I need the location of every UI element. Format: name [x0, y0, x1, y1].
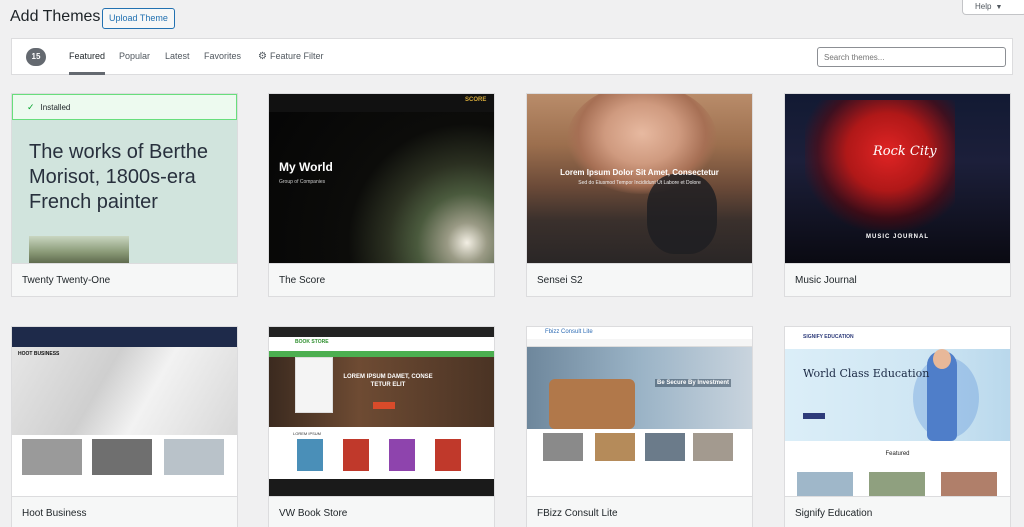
preview-brand: Fbizz Consult Lite — [545, 329, 593, 335]
tab-latest[interactable]: Latest — [165, 51, 190, 61]
checkmark-icon: ✓ — [27, 102, 35, 112]
theme-filter-bar: 15 Featured Popular Latest Favorites ⚙ Fe… — [11, 38, 1013, 75]
preview-topbar — [269, 327, 494, 337]
preview-photo — [869, 472, 925, 496]
theme-screenshot[interactable]: HOOT BUSINESS — [12, 327, 237, 496]
tab-favorites[interactable]: Favorites — [204, 51, 241, 61]
gear-icon: ⚙ — [258, 51, 267, 62]
tab-popular[interactable]: Popular — [119, 51, 150, 61]
theme-card-hoot-business[interactable]: HOOT BUSINESS Hoot Business — [11, 326, 238, 527]
theme-count-badge: 15 — [26, 48, 46, 66]
theme-screenshot[interactable]: ✓ Installed The works of Berthe Morisot, … — [12, 94, 237, 263]
theme-card-the-score[interactable]: SCORE My World Group of Companies The Sc… — [268, 93, 495, 297]
search-themes-input[interactable] — [817, 47, 1006, 67]
theme-name: Twenty Twenty-One — [12, 263, 237, 296]
theme-card-vw-book-store[interactable]: BOOK STORE LOREM IPSUM DAMET, CONSE TETU… — [268, 326, 495, 527]
preview-tile — [164, 439, 224, 475]
theme-name: VW Book Store — [269, 496, 494, 527]
preview-button — [373, 402, 395, 409]
theme-name: Signify Education — [785, 496, 1010, 527]
preview-headphones — [647, 174, 717, 254]
preview-logo: SCORE — [465, 97, 487, 103]
theme-screenshot[interactable]: Rock City MUSIC JOURNAL — [785, 94, 1010, 263]
feature-filter-button[interactable]: ⚙ Feature Filter — [258, 51, 324, 62]
preview-image — [29, 236, 129, 263]
installed-notice: ✓ Installed — [12, 94, 237, 120]
help-tab[interactable]: Help ▼ — [962, 0, 1024, 15]
preview-heading: World Class Education — [803, 367, 930, 380]
theme-screenshot[interactable]: SIGNIFY EDUCATION World Class Education … — [785, 327, 1010, 496]
page-title: Add Themes — [10, 8, 101, 25]
theme-screenshot[interactable]: Lorem Ipsum Dolor Sit Amet, Consectetur … — [527, 94, 752, 263]
preview-person-head — [933, 349, 951, 369]
help-label: Help — [975, 2, 992, 11]
theme-card-fbizz-consult-lite[interactable]: Fbizz Consult Lite Be Secure By Investme… — [526, 326, 753, 527]
preview-photo — [797, 472, 853, 496]
preview-button — [803, 413, 825, 419]
theme-name: The Score — [269, 263, 494, 296]
preview-script-title: Rock City — [873, 144, 937, 159]
tab-featured[interactable]: Featured — [69, 51, 106, 75]
preview-book — [435, 439, 461, 471]
preview-brand: HOOT BUSINESS — [18, 351, 60, 357]
preview-bag-image — [549, 379, 635, 429]
preview-footer — [269, 479, 494, 496]
preview-brand: SIGNIFY EDUCATION — [803, 334, 854, 340]
installed-label: Installed — [40, 103, 71, 112]
preview-category-menu — [295, 357, 333, 413]
theme-card-twenty-twenty-one[interactable]: ✓ Installed The works of Berthe Morisot, … — [11, 93, 238, 297]
theme-card-sensei-s2[interactable]: Lorem Ipsum Dolor Sit Amet, Consectetur … — [526, 93, 753, 297]
theme-screenshot[interactable]: SCORE My World Group of Companies — [269, 94, 494, 263]
preview-glow — [805, 100, 955, 230]
preview-title: Lorem Ipsum Dolor Sit Amet, Consectetur — [560, 168, 719, 177]
preview-title: My World — [279, 160, 333, 174]
preview-subtitle: Group of Companies — [279, 179, 326, 185]
preview-navbar — [527, 339, 752, 347]
upload-theme-button[interactable]: Upload Theme — [102, 8, 175, 29]
theme-name: FBizz Consult Lite — [527, 496, 752, 527]
preview-book — [343, 439, 369, 471]
preview-section-title: Featured — [885, 451, 910, 457]
preview-tile — [543, 433, 583, 461]
theme-name: Hoot Business — [12, 496, 237, 527]
preview-header — [12, 327, 237, 347]
theme-screenshot[interactable]: BOOK STORE LOREM IPSUM DAMET, CONSE TETU… — [269, 327, 494, 496]
preview-text: The works of Berthe Morisot, 1800s-era F… — [29, 141, 208, 213]
preview-hero — [12, 347, 237, 435]
preview-book — [389, 439, 415, 471]
preview-tile — [645, 433, 685, 461]
preview-banner: Be Secure By Investment — [655, 379, 732, 387]
preview-tile — [22, 439, 82, 475]
preview-tile — [595, 433, 635, 461]
preview-subtitle: Sed do Eiusmod Tempor Incididunt Ut Labo… — [578, 180, 701, 186]
theme-name: Music Journal — [785, 263, 1010, 296]
theme-card-music-journal[interactable]: Rock City MUSIC JOURNAL Music Journal — [784, 93, 1011, 297]
theme-name: Sensei S2 — [527, 263, 752, 296]
preview-topbar — [269, 94, 494, 112]
feature-filter-label: Feature Filter — [269, 51, 324, 61]
preview-tile — [693, 433, 733, 461]
theme-screenshot[interactable]: Fbizz Consult Lite Be Secure By Investme… — [527, 327, 752, 496]
preview-section-title: LOREM IPSUM — [293, 431, 322, 436]
theme-card-signify-education[interactable]: SIGNIFY EDUCATION World Class Education … — [784, 326, 1011, 527]
preview-logo: BOOK STORE — [295, 339, 329, 345]
preview-headline: LOREM IPSUM DAMET, CONSE TETUR ELIT — [343, 374, 433, 388]
preview-photo — [941, 472, 997, 496]
preview-book — [297, 439, 323, 471]
caret-down-icon: ▼ — [995, 4, 1003, 11]
preview-heading: MUSIC JOURNAL — [865, 234, 929, 240]
preview-tile — [92, 439, 152, 475]
